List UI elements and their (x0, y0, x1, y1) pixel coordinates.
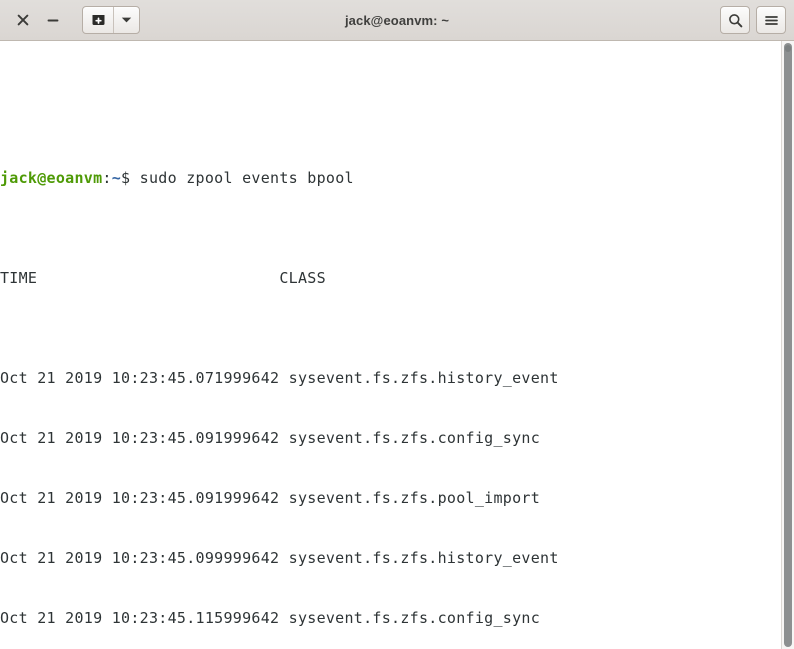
main-menu-button[interactable] (756, 6, 786, 34)
titlebar[interactable]: jack@eoanvm: ~ (0, 0, 794, 41)
new-terminal-dropdown-button[interactable] (113, 7, 139, 33)
new-terminal-group (82, 6, 140, 34)
new-terminal-button[interactable] (83, 7, 113, 33)
hamburger-menu-icon (764, 15, 778, 25)
prompt-user-host: jack@eoanvm (0, 169, 103, 187)
terminal-line-command: jack@eoanvm:~$ sudo zpool events bpool (0, 168, 781, 188)
prompt-colon: : (102, 169, 112, 187)
close-icon (17, 14, 29, 26)
terminal-screen[interactable]: jack@eoanvm:~$ sudo zpool events bpool T… (0, 41, 781, 649)
command-text: sudo zpool events bpool (130, 169, 354, 187)
vertical-scrollbar[interactable] (781, 41, 794, 649)
search-icon (728, 13, 742, 27)
event-row: Oct 21 2019 10:23:45.091999642 sysevent.… (0, 489, 541, 507)
close-button[interactable] (8, 7, 38, 33)
event-row: Oct 21 2019 10:23:45.099999642 sysevent.… (0, 549, 559, 567)
event-row: Oct 21 2019 10:23:45.115999642 sysevent.… (0, 609, 541, 627)
prompt-path: ~ (111, 169, 122, 187)
scrollbar-thumb-grip (785, 45, 791, 52)
titlebar-right-controls (720, 6, 786, 34)
terminal-scrollback: jack@eoanvm:~$ sudo zpool events bpool T… (0, 81, 781, 649)
terminal-body[interactable]: jack@eoanvm:~$ sudo zpool events bpool T… (0, 41, 794, 649)
search-button[interactable] (720, 6, 750, 34)
scrollbar-thumb[interactable] (784, 43, 792, 647)
minimize-button[interactable] (38, 7, 68, 33)
terminal-window: jack@eoanvm: ~ jack@eoanvm:~$ sudo zpool… (0, 0, 794, 649)
event-row: Oct 21 2019 10:23:45.091999642 sysevent.… (0, 429, 541, 447)
minimize-icon (47, 19, 59, 22)
titlebar-left-controls (8, 6, 140, 34)
output-header-row: TIME CLASS (0, 269, 326, 287)
terminal-plus-icon (92, 15, 104, 25)
prompt-dollar: $ (121, 169, 131, 187)
event-row: Oct 21 2019 10:23:45.071999642 sysevent.… (0, 369, 559, 387)
chevron-down-icon (121, 17, 132, 23)
